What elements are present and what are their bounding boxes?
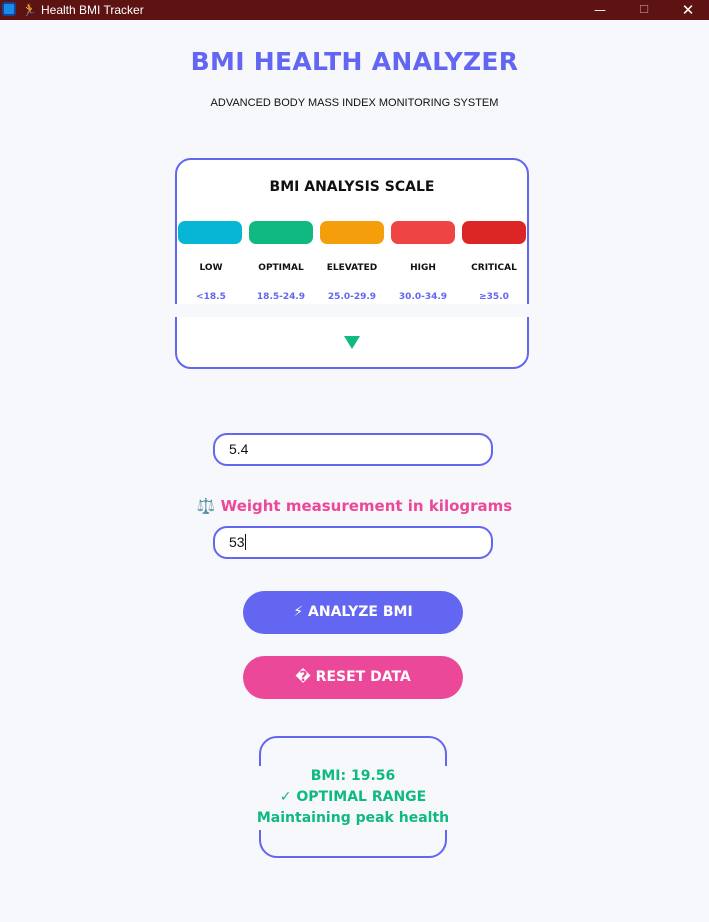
scale-label-low: LOW [199, 263, 223, 273]
bmi-scale-title: BMI ANALYSIS SCALE [269, 179, 435, 195]
analyze-bmi-button[interactable]: ⚡ ANALYZE BMI [243, 591, 463, 634]
window-title: Health BMI Tracker [41, 3, 144, 17]
scale-swatch-low [178, 221, 242, 244]
app-icon [2, 2, 16, 16]
scale-range-high: 30.0-34.9 [398, 292, 448, 302]
page-subtitle: ADVANCED BODY MASS INDEX MONITORING SYST… [210, 97, 499, 109]
result-status: ✓ OPTIMAL RANGE [279, 789, 427, 805]
scale-swatch-optimal [249, 221, 313, 244]
weight-input[interactable]: 53 [213, 526, 493, 559]
scale-range-optimal: 18.5-24.9 [256, 292, 306, 302]
close-button[interactable]: ✕ [668, 0, 708, 20]
title-bar: 🏃 Health BMI Tracker — ☐ ✕ [0, 0, 709, 20]
reset-data-button[interactable]: � RESET DATA [243, 656, 463, 699]
scale-label-critical: CRITICAL [471, 263, 517, 273]
scale-label-optimal: OPTIMAL [258, 263, 304, 273]
minimize-button[interactable]: — [580, 0, 620, 20]
result-message: Maintaining peak health [256, 810, 450, 826]
bmi-scale-card-gap [173, 304, 531, 317]
bmi-indicator-triangle-icon [344, 336, 360, 349]
height-input[interactable]: 5.4 [213, 433, 493, 466]
scale-label-high: HIGH [410, 263, 436, 273]
scale-range-critical: ≥35.0 [479, 292, 509, 302]
maximize-button[interactable]: ☐ [624, 0, 664, 20]
scale-label-elevated: ELEVATED [326, 263, 378, 273]
result-bmi-value: BMI: 19.56 [310, 768, 396, 784]
weight-input-value: 53 [229, 534, 245, 550]
scale-swatch-high [391, 221, 455, 244]
text-caret [244, 534, 246, 550]
runner-icon: 🏃 [22, 3, 37, 17]
scale-range-low: <18.5 [196, 292, 226, 302]
scale-range-elevated: 25.0-29.9 [327, 292, 377, 302]
scale-swatch-critical [462, 221, 526, 244]
scale-swatch-elevated [320, 221, 384, 244]
page-title: BMI HEALTH ANALYZER [190, 47, 519, 76]
weight-field-label: ⚖️ Weight measurement in kilograms [196, 497, 513, 515]
height-input-value: 5.4 [229, 441, 249, 457]
